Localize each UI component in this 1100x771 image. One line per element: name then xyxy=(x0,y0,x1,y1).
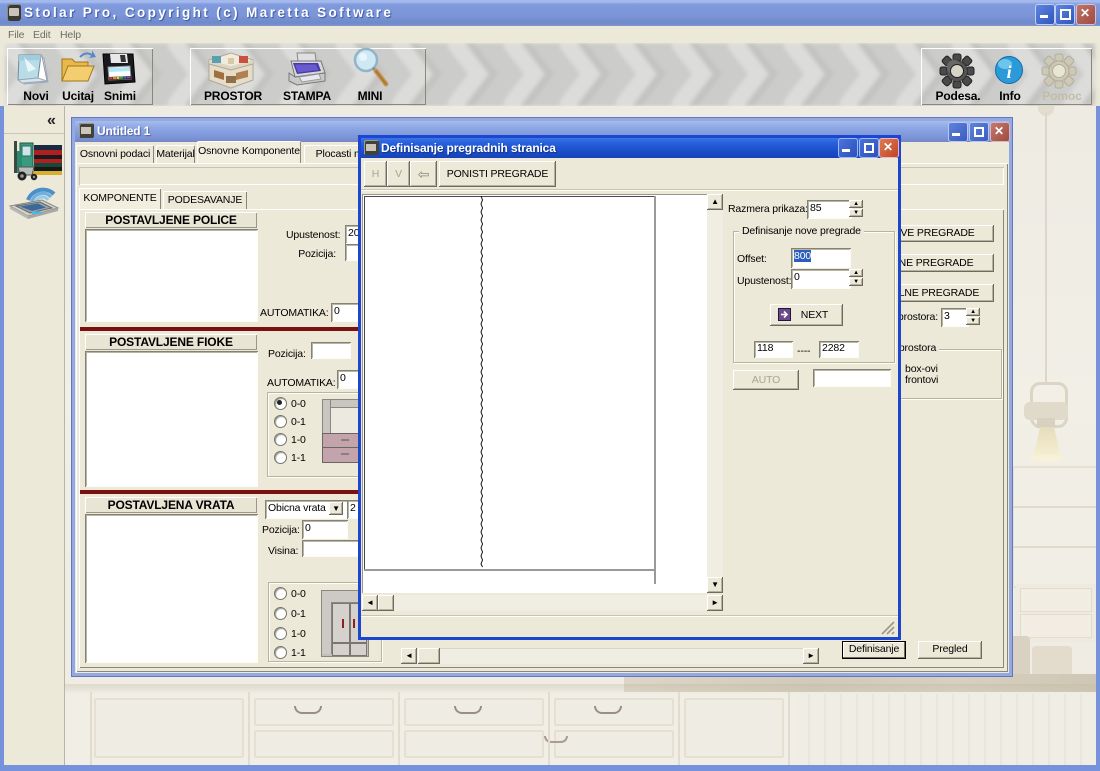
svg-text:i: i xyxy=(1007,62,1012,82)
